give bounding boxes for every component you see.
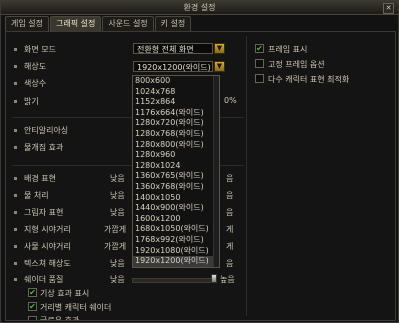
glow-effect-label: 글로우 효과: [40, 315, 79, 320]
screen-mode-label: 화면 모드: [24, 45, 56, 54]
distance-shader-checkbox[interactable]: ✔: [28, 302, 37, 311]
resolution-option[interactable]: 1920x1080(와이드): [133, 246, 219, 257]
resolution-select[interactable]: 1920x1200(와이드): [133, 61, 213, 72]
dropdown-scrollbar[interactable]: [213, 76, 219, 267]
bullet-icon: [14, 100, 17, 103]
background-high: 음: [226, 174, 234, 183]
texture-high: 음: [226, 259, 234, 268]
resolution-option[interactable]: 1280x800(와이드): [133, 140, 219, 151]
object-distance-far: 게: [226, 242, 234, 251]
water-label: 물 처리: [24, 191, 49, 200]
resolution-option[interactable]: 800x600: [133, 76, 219, 87]
tab-key-settings[interactable]: 키 설정: [154, 16, 192, 31]
resolution-option[interactable]: 1400x1050: [133, 193, 219, 204]
bullet-icon: [14, 228, 17, 231]
resolution-option[interactable]: 1280x960: [133, 150, 219, 161]
weather-effect-checkbox[interactable]: ✔: [28, 288, 37, 297]
antialiasing-label: 안티알리아싱: [24, 126, 69, 135]
resolution-option[interactable]: 1768x992(와이드): [133, 235, 219, 246]
bullet-icon: [14, 262, 17, 265]
resolution-option[interactable]: 1360x768(와이드): [133, 182, 219, 193]
brightness-value: 0%: [224, 96, 237, 105]
terrain-distance-near: 가깝게: [104, 225, 127, 234]
resolution-option[interactable]: 1440x900(와이드): [133, 203, 219, 214]
water-high: 음: [226, 191, 234, 200]
object-distance-label: 사물 시야거리: [24, 242, 71, 251]
weather-effect-label: 기상 효과 표시: [40, 289, 90, 298]
close-icon[interactable]: ✕: [383, 3, 394, 14]
fixed-frame-checkbox[interactable]: [255, 59, 264, 68]
shader-slider[interactable]: [132, 278, 214, 283]
resolution-label: 해상도: [24, 62, 47, 71]
glow-effect-checkbox[interactable]: [28, 316, 37, 320]
bullet-icon: [14, 194, 17, 197]
bullet-icon: [14, 146, 17, 149]
bullet-icon: [14, 245, 17, 248]
bullet-icon: [14, 211, 17, 214]
resolution-dropdown-list[interactable]: 800x600 1024x768 1152x864 1176x664(와이드) …: [132, 75, 220, 268]
window-titlebar: 환경 설정 ✕: [1, 1, 398, 15]
background-label: 배경 표현: [24, 174, 56, 183]
fixed-frame-label: 고정 프레임 옵션: [268, 60, 325, 69]
resolution-option[interactable]: 1680x1050(와이드): [133, 224, 219, 235]
resolution-option[interactable]: 1360x765(와이드): [133, 171, 219, 182]
resolution-option[interactable]: 1152x864: [133, 97, 219, 108]
bullet-icon: [14, 65, 17, 68]
bullet-icon: [14, 129, 17, 132]
resolution-option[interactable]: 1280x720(와이드): [133, 118, 219, 129]
bullet-icon: [14, 82, 17, 85]
shader-slider-handle[interactable]: [211, 274, 217, 283]
tab-bar: 게임 설정 그래픽 설정 사운드 설정 키 설정: [5, 16, 192, 31]
color-depth-label: 색상수: [24, 79, 47, 88]
bullet-icon: [14, 48, 17, 51]
screen-mode-select[interactable]: 전환형 전체 화면: [133, 43, 213, 54]
bullet-icon: [14, 278, 17, 281]
shader-high: 높음: [220, 275, 235, 284]
tab-sound-settings[interactable]: 사운드 설정: [102, 16, 154, 31]
shadow-label: 그림자 표현: [24, 208, 64, 217]
resolution-option[interactable]: 1176x664(와이드): [133, 108, 219, 119]
resolution-option[interactable]: 1600x1200: [133, 214, 219, 225]
resolution-option[interactable]: 1024x768: [133, 87, 219, 98]
tab-graphics-settings[interactable]: 그래픽 설정: [49, 16, 102, 31]
multi-character-label: 다수 캐릭터 표현 최적화: [268, 75, 350, 84]
background-low: 낮음: [110, 174, 125, 183]
window-title: 환경 설정: [183, 3, 216, 12]
brightness-label: 밝기: [24, 97, 39, 106]
texture-low: 낮음: [110, 259, 125, 268]
chevron-down-icon[interactable]: ▼: [214, 61, 225, 72]
texture-label: 텍스쳐 해상도: [24, 259, 71, 268]
show-frame-checkbox[interactable]: ✔: [255, 44, 264, 53]
resolution-option[interactable]: 1280x768(와이드): [133, 129, 219, 140]
resolution-option-selected[interactable]: 1920x1200(와이드): [133, 256, 219, 267]
fog-label: 물개짐 효과: [24, 143, 64, 152]
resolution-option[interactable]: 1280x1024: [133, 161, 219, 172]
object-distance-near: 가깝게: [104, 242, 127, 251]
shader-label: 쉐이더 품질: [24, 275, 64, 284]
shadow-high: 음: [226, 208, 234, 217]
show-frame-label: 프레임 표시: [268, 45, 308, 54]
shader-low: 낮음: [110, 275, 125, 284]
distance-shader-label: 거리별 캐릭터 쉐이더: [40, 303, 112, 312]
tab-game-settings[interactable]: 게임 설정: [5, 16, 49, 31]
terrain-distance-far: 게: [226, 225, 234, 234]
shadow-low: 낮음: [110, 208, 125, 217]
multi-character-checkbox[interactable]: [255, 74, 264, 83]
chevron-down-icon[interactable]: ▼: [214, 43, 225, 54]
water-low: 낮음: [110, 191, 125, 200]
bullet-icon: [14, 177, 17, 180]
settings-window: 환경 설정 ✕ 게임 설정 그래픽 설정 사운드 설정 키 설정 화면 모드 전…: [0, 0, 399, 323]
column-divider: [246, 36, 247, 316]
terrain-distance-label: 지형 시야거리: [24, 225, 71, 234]
